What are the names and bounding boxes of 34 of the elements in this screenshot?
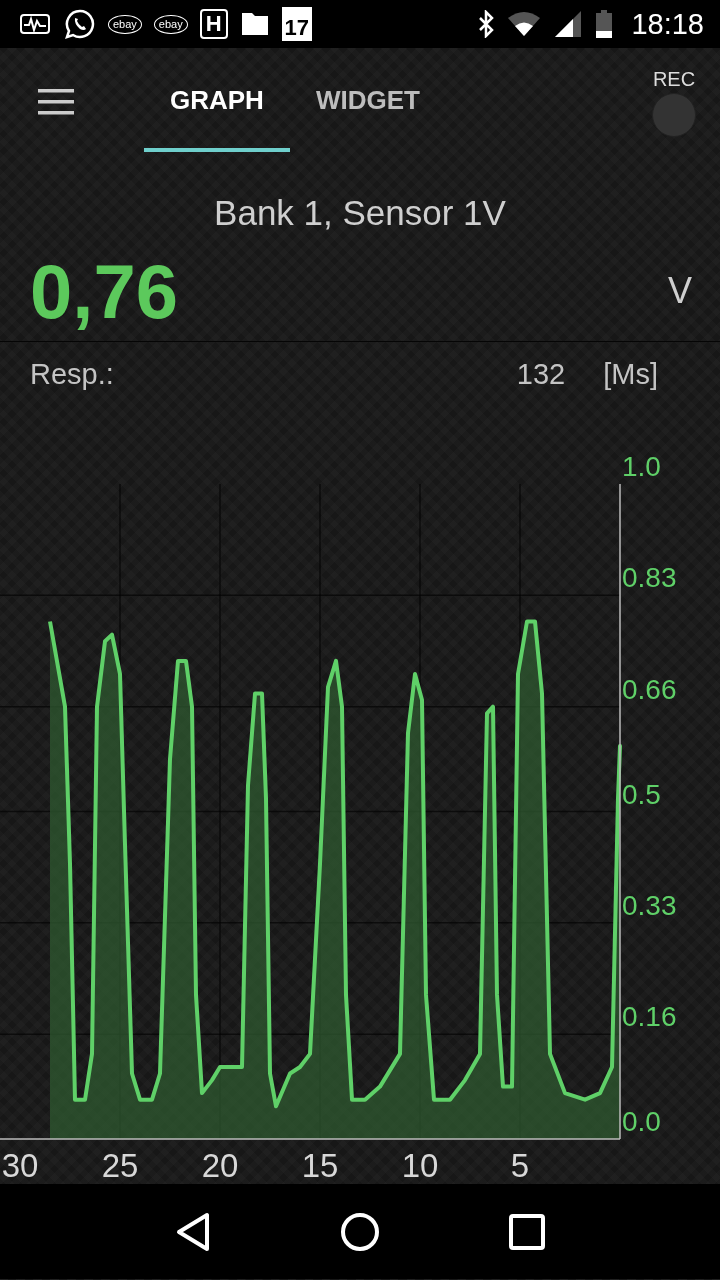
- y-tick-label: 0.83: [622, 562, 677, 594]
- clock-time: 18:18: [631, 7, 704, 41]
- y-tick-label: 0.0: [622, 1106, 661, 1137]
- back-button[interactable]: [174, 1211, 211, 1252]
- rec-label: REC: [652, 68, 696, 91]
- menu-button[interactable]: [36, 86, 76, 117]
- y-tick-label: 1.0: [622, 451, 661, 482]
- recents-button[interactable]: [509, 1213, 546, 1250]
- tab[interactable]: WIDGET: [289, 48, 446, 152]
- sensor-title: Bank 1, Sensor 1V: [213, 193, 507, 233]
- x-tick-label: 15: [301, 1147, 339, 1184]
- wifi-icon: [507, 11, 542, 37]
- y-tick-label: 0.66: [622, 673, 677, 705]
- sensor-value: 0,76: [30, 247, 178, 335]
- x-tick-label: 10: [401, 1147, 439, 1184]
- tab[interactable]: GRAPH: [144, 48, 290, 152]
- x-tick-label: 30: [1, 1147, 39, 1184]
- y-tick-label: 0.16: [622, 1001, 677, 1033]
- home-button[interactable]: [340, 1211, 380, 1252]
- letter-icon: H: [199, 9, 228, 39]
- response-unit: [Ms]: [603, 357, 658, 391]
- x-tick-label: 20: [201, 1147, 239, 1184]
- battery-icon: [595, 9, 614, 39]
- x-tick-label: 25: [101, 1147, 139, 1184]
- y-tick-label: 0.5: [622, 778, 661, 810]
- response-label: Resp.:: [30, 357, 114, 391]
- signal-icon: [553, 10, 584, 38]
- y-tick-label: 0.33: [622, 889, 677, 921]
- calendar-icon: 17: [281, 7, 313, 41]
- unit-label: V: [668, 270, 692, 312]
- x-tick-label: 5: [510, 1147, 530, 1184]
- response-value: 132: [516, 357, 566, 391]
- chat-icon: [64, 8, 96, 40]
- bluetooth-icon: [477, 10, 496, 38]
